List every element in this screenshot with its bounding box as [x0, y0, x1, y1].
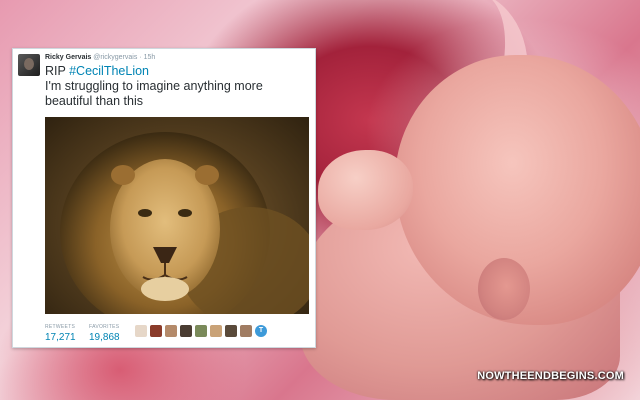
- tweet-card: Ricky Gervais @rickygervais · 15h RIP #C…: [12, 48, 316, 348]
- fetus-ear: [478, 258, 530, 320]
- avatar[interactable]: [135, 325, 147, 337]
- avatar[interactable]: [240, 325, 252, 337]
- handle[interactable]: @rickygervais: [93, 54, 137, 61]
- retweets-stat[interactable]: RETWEETS 17,271: [45, 324, 76, 343]
- twitter-t-badge-icon[interactable]: T: [255, 325, 267, 337]
- fetus-hand: [318, 150, 413, 230]
- tweet-text-body: I'm struggling to imagine anything more …: [45, 79, 263, 108]
- hashtag-link[interactable]: #CecilTheLion: [69, 64, 149, 78]
- tweet-text-prefix: RIP: [45, 64, 70, 78]
- display-name[interactable]: Ricky Gervais: [45, 54, 91, 61]
- avatar[interactable]: [225, 325, 237, 337]
- tweet-text: RIP #CecilTheLion I'm struggling to imag…: [45, 64, 310, 109]
- avatar[interactable]: [18, 54, 40, 76]
- avatar[interactable]: [165, 325, 177, 337]
- avatar[interactable]: [195, 325, 207, 337]
- favorites-count[interactable]: 19,868: [89, 332, 120, 343]
- lion-illustration: [60, 132, 309, 314]
- avatar[interactable]: [210, 325, 222, 337]
- favorites-label: FAVORITES: [89, 324, 120, 330]
- avatar[interactable]: [150, 325, 162, 337]
- retweets-label: RETWEETS: [45, 324, 76, 330]
- tweet-header: Ricky Gervais @rickygervais · 15h: [45, 54, 155, 61]
- avatar[interactable]: [180, 325, 192, 337]
- tweet-time[interactable]: 15h: [144, 54, 156, 61]
- lion-photo[interactable]: [45, 117, 309, 314]
- separator-dot: ·: [139, 54, 142, 61]
- favorited-by-avatars: T: [135, 325, 267, 337]
- watermark-text: NOWTHEENDBEGINS.COM: [477, 370, 624, 382]
- favorites-stat[interactable]: FAVORITES 19,868: [89, 324, 120, 343]
- retweets-count[interactable]: 17,271: [45, 332, 76, 343]
